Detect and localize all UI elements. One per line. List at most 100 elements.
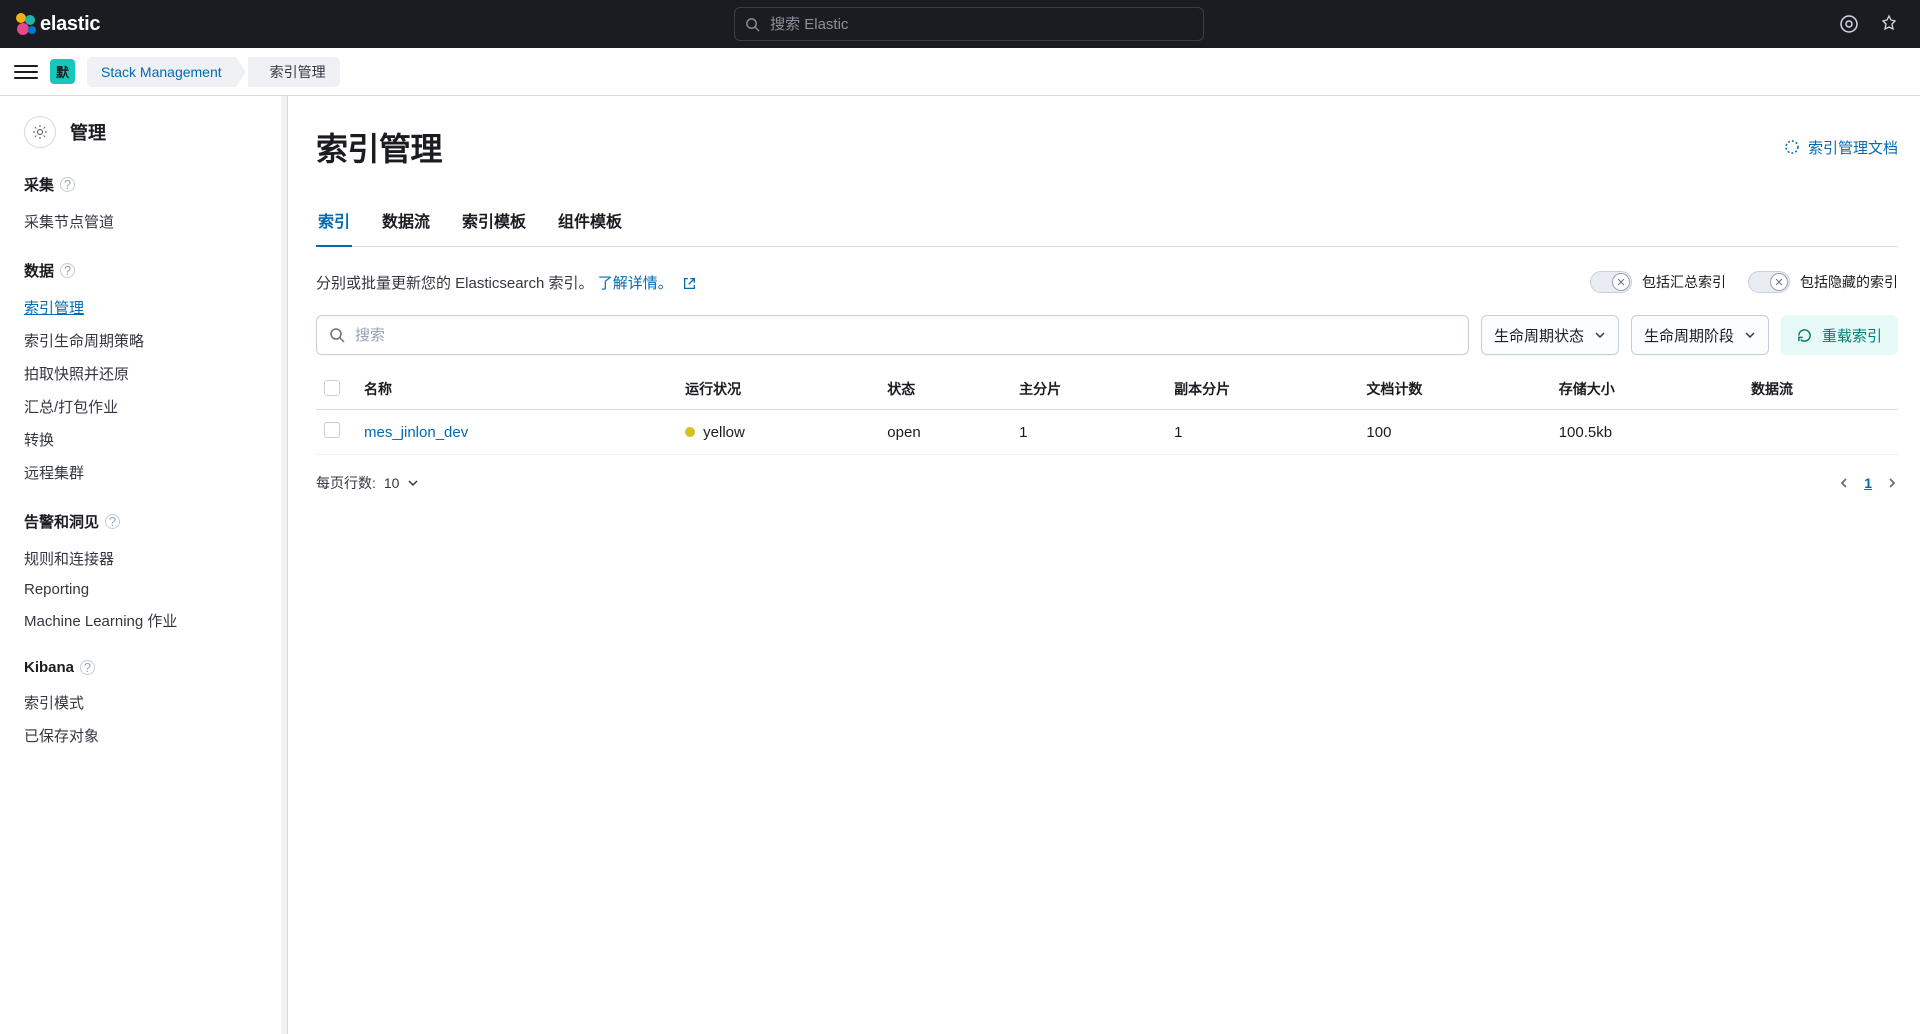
col-size[interactable]: 存储大小 [1551, 369, 1743, 410]
breadcrumb-current: 索引管理 [248, 57, 340, 87]
header-search-wrap [100, 7, 1838, 41]
lifecycle-status-dropdown[interactable]: 生命周期状态 [1481, 315, 1619, 355]
table-footer: 每页行数: 10 1 [316, 473, 1898, 493]
col-name[interactable]: 名称 [356, 369, 677, 410]
toggle-hidden[interactable]: ✕ [1748, 271, 1790, 293]
cell-health: yellow [677, 410, 879, 455]
main-content: 索引管理 索引管理文档 索引 数据流 索引模板 组件模板 分别或批量更新您的 E… [288, 96, 1920, 1034]
sidebar-section-head: Kibana ? [24, 659, 263, 676]
chevron-down-icon [1744, 329, 1756, 341]
table-search[interactable] [316, 315, 1469, 355]
cell-stream [1743, 410, 1898, 455]
layout: 管理 采集 ? 采集节点管道 数据 ? 索引管理 索引生命周期策略 拍取快照并还… [0, 96, 1920, 1034]
sidebar-item-reporting[interactable]: Reporting [24, 575, 263, 604]
col-health[interactable]: 运行状况 [677, 369, 879, 410]
sidebar-item-transform[interactable]: 转换 [24, 423, 263, 456]
col-docs[interactable]: 文档计数 [1358, 369, 1550, 410]
global-search[interactable] [734, 7, 1204, 41]
description-prefix: 分别或批量更新您的 Elasticsearch 索引。 [316, 275, 594, 292]
sidebar-item-remote[interactable]: 远程集群 [24, 456, 263, 489]
reload-button[interactable]: 重载索引 [1781, 315, 1898, 355]
sidebar-item-index-patterns[interactable]: 索引模式 [24, 686, 263, 719]
tab-index-templates[interactable]: 索引模板 [460, 198, 528, 246]
page-number[interactable]: 1 [1864, 475, 1872, 491]
elastic-logo-text: elastic [40, 13, 100, 36]
learn-more-link[interactable]: 了解详情。 [598, 275, 673, 292]
col-replica[interactable]: 副本分片 [1166, 369, 1358, 410]
breadcrumb: Stack Management 索引管理 [87, 57, 340, 87]
controls-row: 生命周期状态 生命周期阶段 重载索引 [316, 315, 1898, 355]
top-header: elastic [0, 0, 1920, 48]
select-all-checkbox[interactable] [324, 380, 340, 396]
index-name-link[interactable]: mes_jinlon_dev [364, 424, 468, 441]
tabs: 索引 数据流 索引模板 组件模板 [316, 198, 1898, 247]
sidebar-item-ilm[interactable]: 索引生命周期策略 [24, 324, 263, 357]
cell-primary: 1 [1011, 410, 1166, 455]
toggle-rollup-label: 包括汇总索引 [1642, 272, 1726, 292]
external-link-icon [683, 275, 696, 292]
sidebar-section-ingest: 采集 ? 采集节点管道 [24, 174, 263, 238]
sidebar-item-ml[interactable]: Machine Learning 作业 [24, 604, 263, 637]
sidebar-item-index-management[interactable]: 索引管理 [24, 291, 263, 324]
sub-header: 默 Stack Management 索引管理 [0, 48, 1920, 96]
docs-icon [1784, 139, 1800, 155]
sidebar-section-alerts: 告警和洞见 ? 规则和连接器 Reporting Machine Learnin… [24, 511, 263, 637]
col-status[interactable]: 状态 [879, 369, 1011, 410]
table-row: mes_jinlon_dev yellow open 1 1 100 100.5… [316, 410, 1898, 455]
description-text: 分别或批量更新您的 Elasticsearch 索引。 了解详情。 [316, 272, 696, 293]
col-stream[interactable]: 数据流 [1743, 369, 1898, 410]
sidebar-item-pipelines[interactable]: 采集节点管道 [24, 205, 263, 238]
help-icon[interactable] [1838, 13, 1860, 35]
lifecycle-phase-dropdown[interactable]: 生命周期阶段 [1631, 315, 1769, 355]
rows-per-page-value: 10 [384, 475, 400, 491]
docs-link[interactable]: 索引管理文档 [1784, 137, 1898, 158]
global-search-input[interactable] [770, 16, 1193, 33]
sidebar-section-head: 告警和洞见 ? [24, 511, 263, 532]
prev-page-button[interactable] [1838, 477, 1850, 489]
description-row: 分别或批量更新您的 Elasticsearch 索引。 了解详情。 ✕ 包括汇总… [316, 271, 1898, 293]
sidebar-item-rollup[interactable]: 汇总/打包作业 [24, 390, 263, 423]
tab-data-streams[interactable]: 数据流 [380, 198, 432, 246]
space-badge[interactable]: 默 [50, 59, 75, 84]
col-primary[interactable]: 主分片 [1011, 369, 1166, 410]
next-page-button[interactable] [1886, 477, 1898, 489]
sidebar-item-snapshot[interactable]: 拍取快照并还原 [24, 357, 263, 390]
row-checkbox[interactable] [324, 422, 340, 438]
toggle-rollup-group: ✕ 包括汇总索引 [1590, 271, 1726, 293]
gear-icon [24, 116, 56, 148]
newsfeed-icon[interactable] [1878, 13, 1900, 35]
toggle-group-container: ✕ 包括汇总索引 ✕ 包括隐藏的索引 [1590, 271, 1898, 293]
help-icon[interactable]: ? [60, 263, 75, 278]
sidebar-section-label: Kibana [24, 659, 74, 676]
help-icon[interactable]: ? [60, 177, 75, 192]
reload-button-label: 重载索引 [1822, 325, 1882, 346]
refresh-icon [1797, 328, 1812, 343]
search-icon [329, 327, 345, 343]
cell-status: open [879, 410, 1011, 455]
sidebar-title-row: 管理 [24, 116, 263, 148]
header-right [1838, 13, 1908, 35]
tab-component-templates[interactable]: 组件模板 [556, 198, 624, 246]
tab-indices[interactable]: 索引 [316, 198, 352, 246]
sidebar-title: 管理 [70, 119, 106, 145]
sidebar-section-head: 采集 ? [24, 174, 263, 195]
breadcrumb-link[interactable]: Stack Management [87, 57, 236, 87]
indices-table: 名称 运行状况 状态 主分片 副本分片 文档计数 存储大小 数据流 mes_ji… [316, 369, 1898, 455]
sidebar-item-saved-objects[interactable]: 已保存对象 [24, 719, 263, 752]
help-icon[interactable]: ? [80, 660, 95, 675]
table-header-row: 名称 运行状况 状态 主分片 副本分片 文档计数 存储大小 数据流 [316, 369, 1898, 410]
rows-per-page-selector[interactable]: 每页行数: 10 [316, 473, 419, 493]
table-search-input[interactable] [355, 327, 1456, 344]
health-text: yellow [703, 424, 745, 441]
sidebar-item-rules[interactable]: 规则和连接器 [24, 542, 263, 575]
search-icon [745, 17, 760, 32]
elastic-logo[interactable]: elastic [12, 11, 100, 37]
toggle-hidden-group: ✕ 包括隐藏的索引 [1748, 271, 1898, 293]
chevron-down-icon [1594, 329, 1606, 341]
toggle-rollup[interactable]: ✕ [1590, 271, 1632, 293]
help-icon[interactable]: ? [105, 514, 120, 529]
nav-toggle-button[interactable] [14, 60, 38, 84]
sidebar-section-kibana: Kibana ? 索引模式 已保存对象 [24, 659, 263, 752]
sidebar-section-label: 采集 [24, 174, 54, 195]
sidebar-section-data: 数据 ? 索引管理 索引生命周期策略 拍取快照并还原 汇总/打包作业 转换 远程… [24, 260, 263, 489]
